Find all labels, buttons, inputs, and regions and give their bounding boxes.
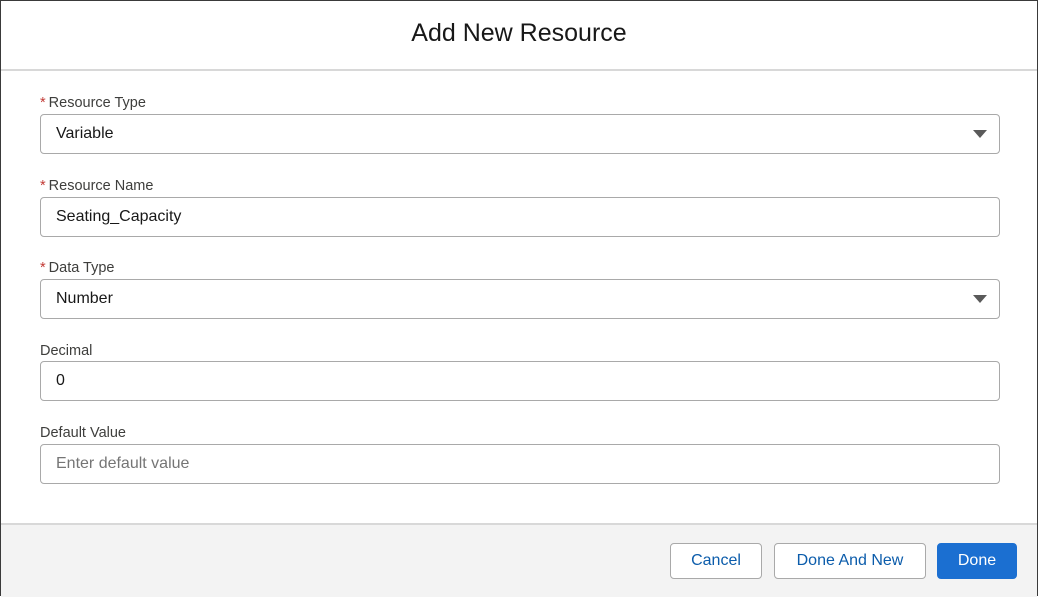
dialog-title: Add New Resource [411,18,627,47]
required-marker: * [40,260,46,276]
add-new-resource-dialog: Add New Resource * Resource Type Variable… [0,0,1038,597]
decimal-input[interactable]: 0 [40,361,1000,401]
required-marker: * [40,95,46,111]
data-type-label-text: Data Type [48,260,115,276]
data-type-label: * Data Type [40,260,115,276]
resource-name-input[interactable]: Seating_Capacity [40,197,1000,237]
resource-type-label-text: Resource Type [48,95,146,111]
dialog-header: Add New Resource [1,1,1037,71]
resource-type-value: Variable [56,125,114,142]
caret-down-icon [973,130,987,138]
data-type-select[interactable]: Number [40,279,1000,319]
dialog-footer: Cancel Done And New Done [1,523,1037,597]
resource-name-label: * Resource Name [40,178,153,194]
cancel-button[interactable]: Cancel [670,543,762,579]
resource-type-select[interactable]: Variable [40,114,1000,154]
done-button[interactable]: Done [937,543,1017,579]
required-marker: * [40,178,46,194]
resource-name-label-text: Resource Name [48,178,154,194]
caret-down-icon [973,295,987,303]
decimal-value: 0 [56,372,65,389]
default-value-label: Default Value [40,425,126,441]
default-value-input[interactable]: Enter default value [40,444,1000,484]
done-and-new-button[interactable]: Done And New [774,543,926,579]
decimal-label: Decimal [40,343,93,359]
default-value-placeholder: Enter default value [56,455,190,472]
resource-type-label: * Resource Type [40,95,146,111]
data-type-value: Number [56,290,113,307]
resource-name-value: Seating_Capacity [56,208,182,225]
